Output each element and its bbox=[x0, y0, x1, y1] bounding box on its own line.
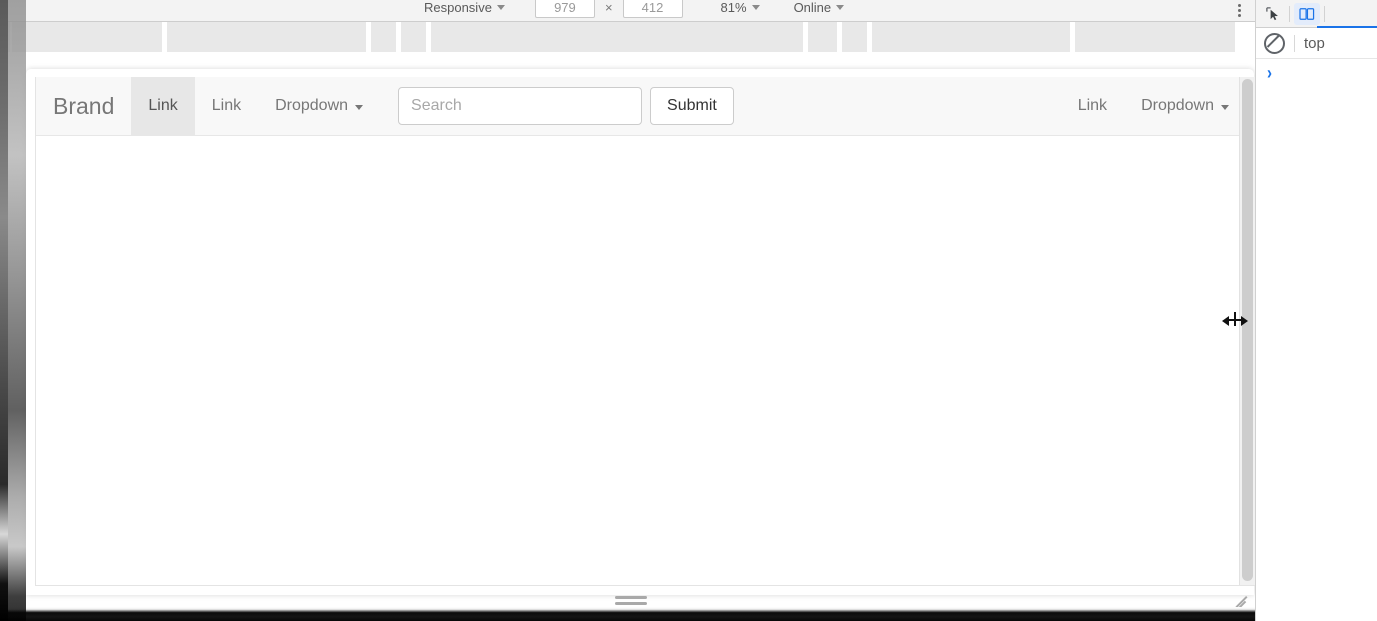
prompt-chevron-icon: › bbox=[1267, 62, 1272, 84]
device-mode-selector[interactable]: Responsive bbox=[420, 1, 509, 14]
navbar-item-dropdown-left[interactable]: Dropdown bbox=[258, 77, 380, 135]
chevron-down-icon bbox=[836, 5, 845, 10]
devtools-device-toolbar: Responsive 979 × 412 81% Online bbox=[0, 0, 1256, 22]
page-vertical-scrollbar[interactable] bbox=[1239, 77, 1256, 585]
devtools-tab-bar bbox=[1256, 0, 1377, 28]
navbar-brand[interactable]: Brand bbox=[36, 77, 131, 135]
active-tab-indicator bbox=[1317, 26, 1377, 28]
scrollbar-thumb[interactable] bbox=[1242, 79, 1253, 581]
desktop-bottom-band bbox=[0, 607, 1256, 621]
navbar-item-label: Link bbox=[148, 97, 178, 114]
mouse-cursor-col-resize-icon bbox=[1222, 312, 1248, 328]
caret-down-icon bbox=[355, 104, 364, 110]
throttling-label: Online bbox=[793, 0, 832, 15]
navbar-item-link-2[interactable]: Link bbox=[195, 77, 258, 135]
caret-down-icon bbox=[1221, 104, 1229, 110]
desktop-edge-strip bbox=[0, 0, 8, 621]
viewport-height-input[interactable]: 412 bbox=[622, 0, 683, 18]
navbar-item-label: Link bbox=[1077, 97, 1108, 114]
submit-button[interactable]: Submit bbox=[650, 87, 734, 125]
page-navbar: Brand Link Link Dropdown Submit Link bbox=[36, 77, 1256, 136]
console-toolbar: top bbox=[1256, 28, 1377, 59]
screenshot-root: Responsive 979 × 412 81% Online Brand Li… bbox=[0, 0, 1377, 621]
zoom-label: 81% bbox=[720, 0, 747, 15]
navbar-item-label: Link bbox=[211, 97, 242, 114]
browser-tab-strip bbox=[0, 22, 1256, 54]
zoom-selector[interactable]: 81% bbox=[717, 1, 764, 14]
throttling-selector[interactable]: Online bbox=[790, 1, 849, 14]
inspect-element-glyph bbox=[1265, 7, 1278, 21]
navbar-item-dropdown-right[interactable]: Dropdown bbox=[1124, 77, 1246, 135]
device-toolbar-toggle-icon[interactable] bbox=[1294, 2, 1320, 25]
viewport-bottom-resize-handle[interactable] bbox=[615, 594, 647, 606]
clear-console-icon[interactable] bbox=[1264, 32, 1285, 54]
desktop-edge-strip-inner bbox=[8, 0, 26, 621]
navbar-item-link-1[interactable]: Link bbox=[131, 77, 195, 135]
navbar-item-link-right[interactable]: Link bbox=[1061, 77, 1124, 135]
inspect-element-icon[interactable] bbox=[1259, 3, 1285, 25]
dimension-separator-icon: × bbox=[604, 0, 613, 15]
chevron-down-icon bbox=[496, 5, 505, 10]
devtools-console-panel: top › bbox=[1255, 0, 1377, 621]
navbar-item-label: Dropdown bbox=[1141, 97, 1214, 114]
toolbar-divider bbox=[1294, 34, 1295, 52]
console-context-selector[interactable]: top bbox=[1304, 35, 1325, 52]
page-content-area bbox=[36, 136, 1256, 585]
kebab-menu-icon[interactable] bbox=[1228, 0, 1250, 21]
console-prompt-row[interactable]: › bbox=[1256, 59, 1377, 87]
device-toolbar-glyph bbox=[1299, 7, 1315, 20]
device-mode-label: Responsive bbox=[424, 0, 492, 15]
viewport-width-input[interactable]: 979 bbox=[534, 0, 595, 18]
navbar-search-form: Submit bbox=[380, 77, 746, 135]
toolbar-divider bbox=[1289, 5, 1290, 22]
toolbar-divider bbox=[1324, 5, 1325, 22]
navbar-item-label: Dropdown bbox=[275, 97, 349, 114]
viewport-corner-resize-grip[interactable] bbox=[1231, 590, 1249, 610]
chevron-down-icon bbox=[751, 5, 760, 10]
navbar-right-group: Link Dropdown bbox=[1061, 77, 1256, 135]
search-input[interactable] bbox=[398, 87, 643, 125]
emulated-page-viewport: Brand Link Link Dropdown Submit Link bbox=[35, 77, 1257, 586]
